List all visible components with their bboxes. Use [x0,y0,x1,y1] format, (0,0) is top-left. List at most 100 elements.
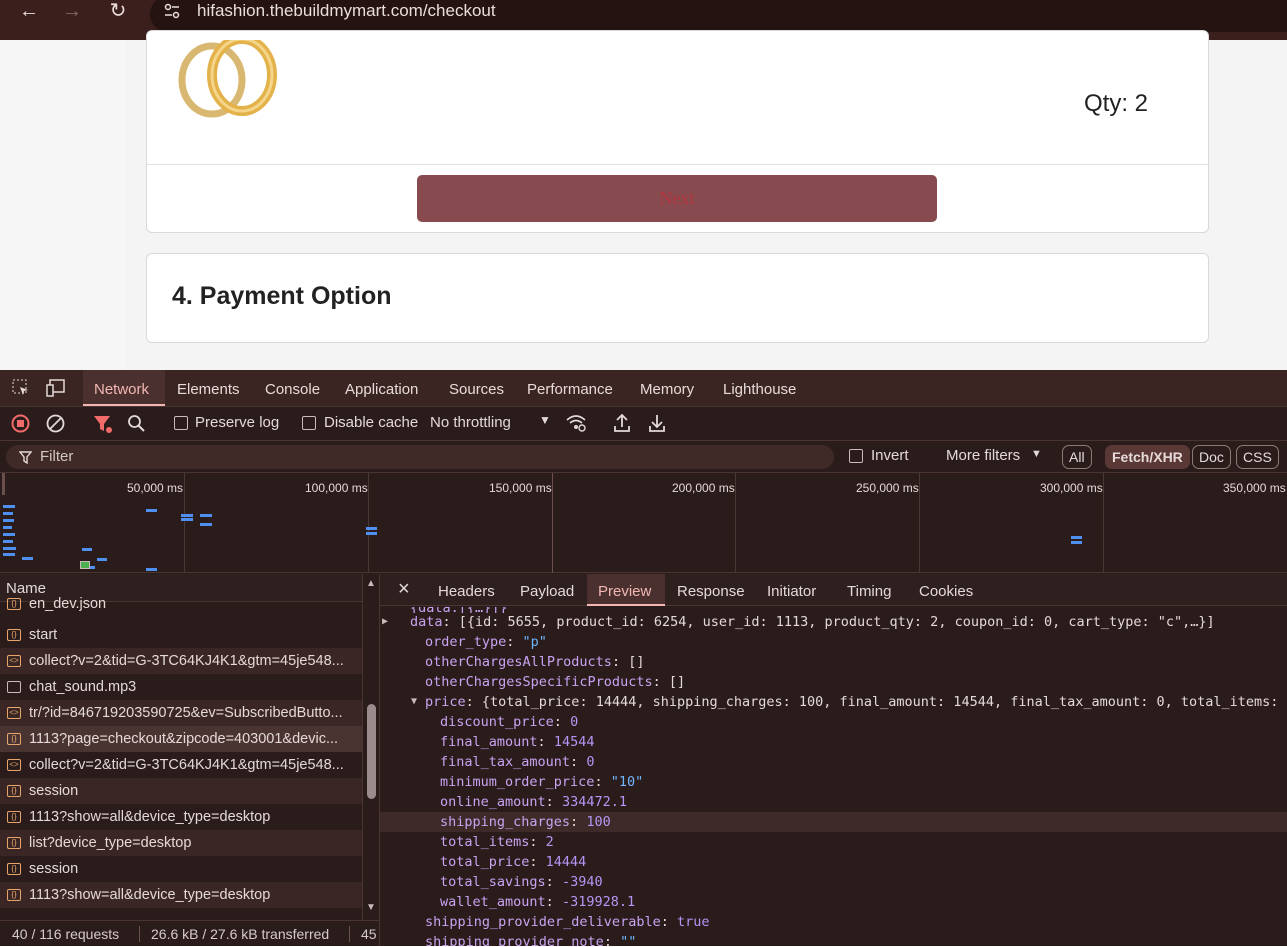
invert-checkbox[interactable] [849,449,863,463]
request-bar [3,512,13,515]
preserve-log-label: Preserve log [195,414,280,431]
preserve-log-checkbox[interactable] [174,416,188,430]
list-item[interactable]: <> collect?v=2&tid=G-3TC64KJ4K1&gtm=45je5… [0,648,362,674]
xhr-icon: {} [7,837,21,849]
list-item[interactable]: {} list?device_type=desktop [0,830,362,856]
json-preview[interactable]: {data:[{…}]} ▶data: [{id: 5655, product_… [380,607,1287,946]
search-icon[interactable] [127,414,146,433]
expand-arrow-icon[interactable]: ▶ [382,612,388,632]
chip-fetch-xhr[interactable]: Fetch/XHR [1105,445,1190,469]
timeline-gridline [368,473,369,573]
json-row: total_savings: -3940 [440,874,603,890]
request-bar [97,558,107,561]
request-name: session [29,861,79,877]
scroll-up-icon[interactable]: ▲ [366,578,376,589]
request-bar [181,514,193,517]
divider [349,926,350,942]
devtools-panel: Network Elements Console Application Sou… [0,370,1287,946]
scrollbar-thumb[interactable] [367,704,376,799]
list-item[interactable]: {} start [0,622,362,648]
timeline-gridline [184,473,185,573]
divider [139,926,140,942]
import-har-icon[interactable] [613,413,631,433]
list-item[interactable]: {} en_dev.json [0,596,362,612]
stop-recording-icon[interactable] [11,414,30,433]
scroll-down-icon[interactable]: ▼ [366,902,376,913]
xhr-icon: {} [7,889,21,901]
timeline-handle[interactable] [2,473,5,495]
list-item[interactable]: {} session [0,778,362,804]
json-value: 100 [586,814,611,830]
list-item[interactable]: {} session [0,856,362,882]
list-item[interactable]: {} 1113?show=all&device_type=desktop [0,882,362,908]
tab-response[interactable]: Response [677,583,745,600]
tab-memory[interactable]: Memory [640,381,694,398]
request-name: tr/?id=846719203590725&ev=SubscribedButt… [29,705,343,721]
close-icon[interactable]: × [398,578,410,601]
forward-icon[interactable]: → [57,0,87,24]
timeline-tick-label: 300,000 ms [1040,481,1103,495]
list-item[interactable]: <> tr/?id=846719203590725&ev=SubscribedBu… [0,700,362,726]
reload-icon[interactable]: ↻ [103,0,133,24]
json-price-row[interactable]: ▼ price: {total_price: 14444, shipping_ch… [411,692,1287,712]
inspect-element-icon[interactable] [12,379,30,397]
tab-elements[interactable]: Elements [177,381,240,398]
tab-sources[interactable]: Sources [449,381,504,398]
timeline-tick-label: 350,000 ms [1223,481,1286,495]
filter-input[interactable]: Filter [6,445,834,469]
request-name: collect?v=2&tid=G-3TC64KJ4K1&gtm=45je548… [29,653,344,669]
next-button[interactable]: Next [417,175,937,222]
back-icon[interactable]: ← [14,0,44,24]
chip-css[interactable]: CSS [1236,445,1279,469]
tab-lighthouse[interactable]: Lighthouse [723,381,796,398]
disable-cache-checkbox[interactable] [302,416,316,430]
json-row: minimum_order_price: "10" [440,774,644,790]
list-item[interactable]: {} 1113?show=all&device_type=desktop [0,804,362,830]
request-bar [3,533,15,536]
chevron-down-icon: ▼ [539,413,551,427]
list-item[interactable]: chat_sound.mp3 [0,674,362,700]
json-value: {total_price: 14444, shipping_charges: 1… [481,694,1287,710]
request-name: chat_sound.mp3 [29,679,137,695]
tab-cookies[interactable]: Cookies [919,583,973,600]
collapse-arrow-icon[interactable]: ▼ [411,692,417,712]
timeline-gridline [1103,473,1104,573]
tab-performance[interactable]: Performance [527,381,613,398]
json-value: -3940 [561,874,603,890]
disable-cache-label: Disable cache [324,414,419,431]
xhr-icon: {} [7,785,21,797]
tab-application[interactable]: Application [345,381,418,398]
list-item[interactable]: <> collect?v=2&tid=G-3TC64KJ4K1&gtm=45je5… [0,752,362,778]
url-text[interactable]: hifashion.thebuildmymart.com/checkout [197,1,496,21]
network-overview-timeline[interactable]: 50,000 ms 100,000 ms 150,000 ms 200,000 … [0,472,1287,573]
tab-headers[interactable]: Headers [438,583,495,600]
filter-funnel-icon[interactable] [93,414,113,434]
chip-all[interactable]: All [1062,445,1092,469]
invert-label: Invert [871,447,909,464]
tab-timing[interactable]: Timing [847,583,891,600]
more-filters-dropdown[interactable]: More filters [946,447,1020,464]
tab-initiator[interactable]: Initiator [767,583,816,600]
request-count: 40 / 116 requests [12,926,120,942]
device-toolbar-icon[interactable] [46,379,66,397]
tab-network[interactable]: Network [94,381,149,398]
site-settings-icon[interactable] [164,3,180,19]
list-item[interactable]: {} 1113?page=checkout&zipcode=403001&devi… [0,726,362,752]
clear-icon[interactable] [46,414,65,433]
tab-console[interactable]: Console [265,381,320,398]
export-har-icon[interactable] [648,413,666,433]
json-value: "" [620,934,637,946]
json-data-row[interactable]: ▶ data: [{id: 5655, product_id: 6254, use… [382,612,1287,632]
tab-preview[interactable]: Preview [598,583,651,600]
json-value: 2 [545,834,554,850]
request-bar [3,553,15,556]
throttling-select[interactable]: No throttling [430,414,511,431]
json-row-highlighted: shipping_charges: 100 [380,812,1287,832]
network-conditions-icon[interactable] [565,413,587,433]
chip-doc[interactable]: Doc [1192,445,1231,469]
request-bar [3,519,14,522]
timeline-tick-label: 50,000 ms [127,481,184,495]
request-bar [1071,536,1082,539]
tab-payload[interactable]: Payload [520,583,574,600]
request-list-scrollbar[interactable]: ▲ ▼ [362,574,379,920]
